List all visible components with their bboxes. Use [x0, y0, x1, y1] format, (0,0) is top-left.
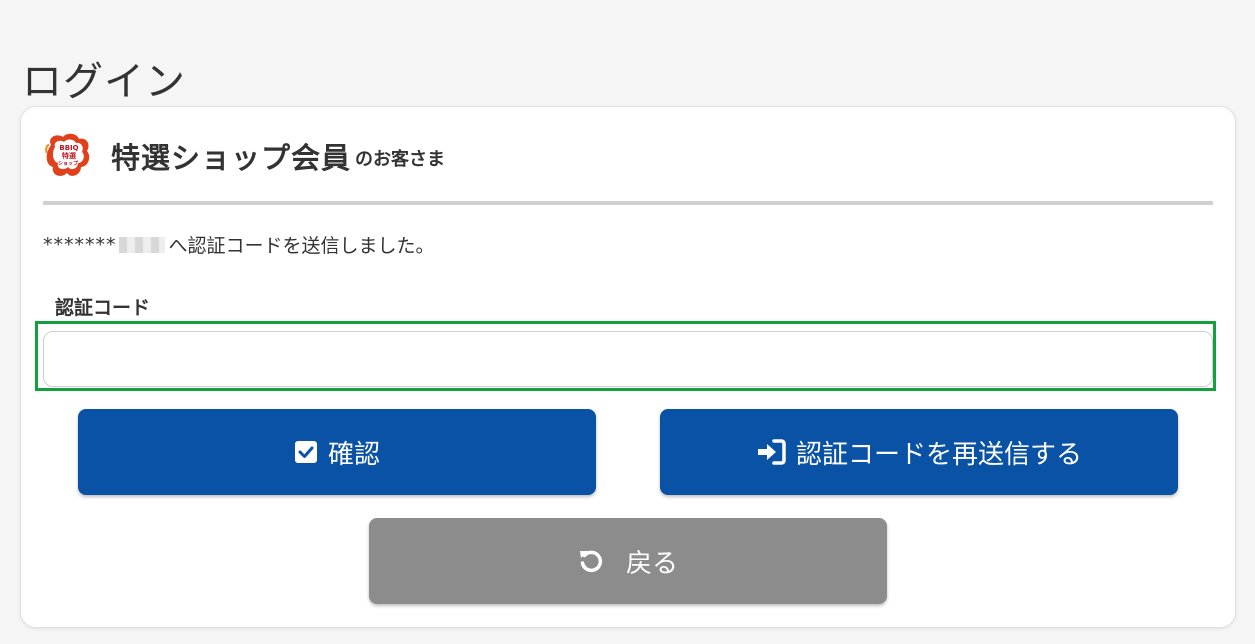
resend-code-button[interactable]: 認証コードを再送信する: [660, 409, 1178, 495]
undo-icon: [578, 548, 604, 574]
back-button[interactable]: 戻る: [369, 518, 887, 604]
svg-text:BBIQ: BBIQ: [59, 144, 78, 152]
back-button-label: 戻る: [625, 548, 678, 579]
sign-in-icon: [756, 439, 786, 465]
brand-header: BBIQ 特選 ショップ 特選ショップ会員 のお客さま: [43, 131, 445, 181]
redacted-address-block: [118, 236, 165, 253]
svg-text:特選: 特選: [62, 151, 76, 160]
brand-title: 特選ショップ会員: [111, 141, 352, 175]
brand-suffix: のお客さま: [355, 149, 446, 170]
code-sent-text: へ認証コードを送信しました。: [168, 235, 435, 257]
header-divider: [43, 201, 1213, 205]
code-sent-message: ******* へ認証コードを送信しました。: [43, 231, 435, 258]
confirm-button-label: 確認: [327, 439, 380, 470]
svg-text:ショップ: ショップ: [58, 160, 79, 167]
confirm-button[interactable]: 確認: [78, 409, 596, 495]
auth-code-input[interactable]: [43, 331, 1213, 387]
resend-button-label: 認証コードを再送信する: [795, 439, 1082, 470]
login-card: BBIQ 特選 ショップ 特選ショップ会員 のお客さま ******* へ認証コ…: [20, 106, 1236, 628]
masked-address: *******: [43, 233, 117, 256]
bbiq-logo: BBIQ 特選 ショップ: [45, 133, 90, 176]
check-square-icon: [294, 440, 318, 464]
page-title: ログイン: [22, 58, 186, 105]
auth-code-label: 認証コード: [55, 297, 151, 319]
